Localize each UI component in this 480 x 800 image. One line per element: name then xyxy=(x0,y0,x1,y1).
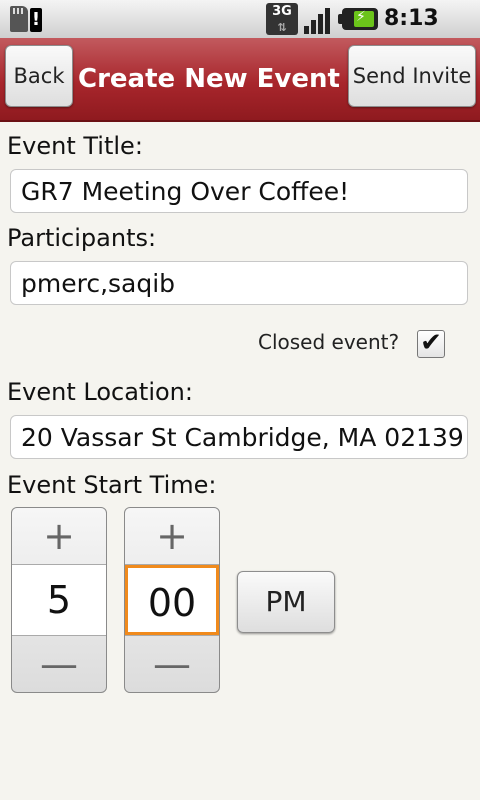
title-bar: Back Create New Event Send Invite xyxy=(0,38,480,122)
hour-value-input[interactable]: 5 xyxy=(12,565,106,635)
event-start-time-label: Event Start Time: xyxy=(7,471,217,499)
minute-decrement-button[interactable]: — xyxy=(125,635,219,692)
sd-card-icon xyxy=(10,6,28,32)
signal-icon xyxy=(304,4,336,34)
event-title-label: Event Title: xyxy=(7,132,143,160)
notification-icons: ! xyxy=(8,4,42,34)
event-location-input[interactable]: 20 Vassar St Cambridge, MA 02139 xyxy=(10,415,468,459)
network-label: 3G xyxy=(272,4,292,19)
ampm-toggle-button[interactable]: PM xyxy=(237,571,335,633)
hour-picker: + 5 — xyxy=(11,507,107,693)
warning-icon: ! xyxy=(30,8,42,32)
hour-decrement-button[interactable]: — xyxy=(12,635,106,692)
event-location-label: Event Location: xyxy=(7,378,193,406)
participants-input[interactable]: pmerc,saqib xyxy=(10,261,468,305)
status-bar: ! 3G ⇅ ⚡ 8:13 PM xyxy=(0,0,480,69)
minute-picker: + 00 — xyxy=(124,507,220,693)
minute-value-input[interactable]: 00 xyxy=(125,565,219,635)
status-clock: 8:13 PM xyxy=(384,6,439,69)
3g-icon: 3G ⇅ xyxy=(266,3,298,35)
battery-charging-icon: ⚡ xyxy=(338,8,378,30)
event-title-input[interactable]: GR7 Meeting Over Coffee! xyxy=(10,169,468,213)
closed-event-label: Closed event? xyxy=(258,330,400,354)
page-title: Create New Event xyxy=(78,64,340,94)
send-invite-button[interactable]: Send Invite xyxy=(348,45,476,107)
back-button[interactable]: Back xyxy=(5,45,73,107)
data-arrows-icon: ⇅ xyxy=(277,21,287,34)
minute-increment-button[interactable]: + xyxy=(125,508,219,565)
hour-increment-button[interactable]: + xyxy=(12,508,106,565)
participants-label: Participants: xyxy=(7,224,157,252)
closed-event-checkbox[interactable]: ✔ xyxy=(417,330,445,358)
